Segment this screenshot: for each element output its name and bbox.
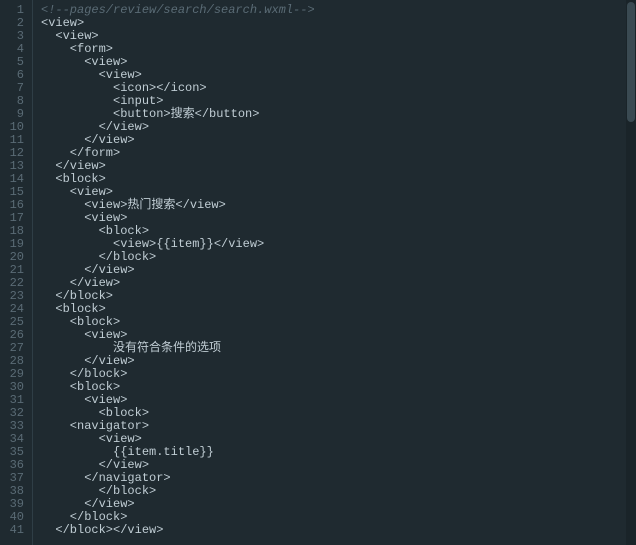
code-line[interactable]: <form> (41, 43, 636, 56)
line-number-gutter: 1234567891011121314151617181920212223242… (0, 0, 32, 545)
code-line[interactable]: <view> (41, 30, 636, 43)
code-line[interactable]: </view> (41, 355, 636, 368)
code-line[interactable]: <view>热门搜索</view> (41, 199, 636, 212)
code-line[interactable]: </block></view> (41, 524, 636, 537)
code-editor: 1234567891011121314151617181920212223242… (0, 0, 636, 545)
code-line[interactable]: <block> (41, 381, 636, 394)
scrollbar-thumb[interactable] (627, 2, 635, 122)
line-number: 41 (4, 524, 24, 537)
code-line[interactable]: </block> (41, 368, 636, 381)
code-line[interactable]: </view> (41, 134, 636, 147)
code-line[interactable]: <!--pages/review/search/search.wxml--> (41, 4, 636, 17)
code-line[interactable]: </view> (41, 498, 636, 511)
code-area[interactable]: <!--pages/review/search/search.wxml--><v… (32, 0, 636, 545)
code-line[interactable]: <block> (41, 316, 636, 329)
code-line[interactable]: </form> (41, 147, 636, 160)
code-line[interactable]: </view> (41, 264, 636, 277)
code-line[interactable]: </view> (41, 277, 636, 290)
code-line[interactable]: </block> (41, 290, 636, 303)
code-line[interactable]: </view> (41, 160, 636, 173)
vertical-scrollbar[interactable] (626, 0, 636, 545)
code-line[interactable]: <block> (41, 303, 636, 316)
code-line[interactable]: <view> (41, 17, 636, 30)
code-line[interactable]: <block> (41, 173, 636, 186)
